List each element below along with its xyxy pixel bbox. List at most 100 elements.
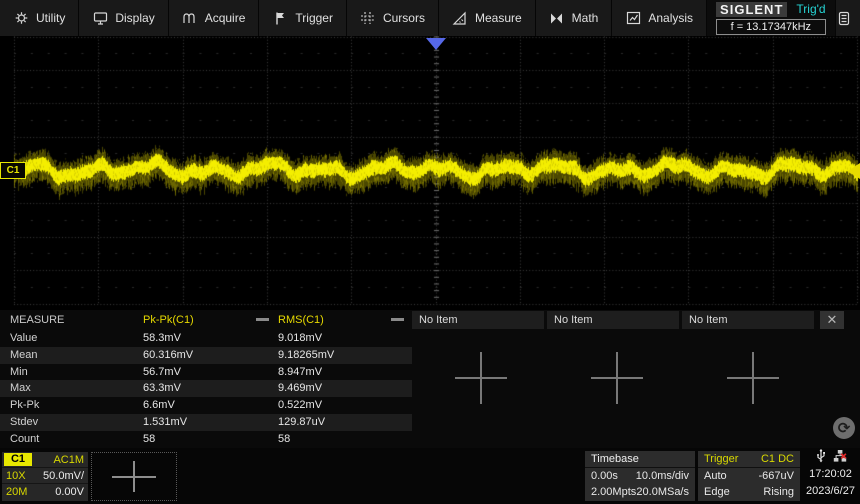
measure-col-empty[interactable]: No Item [682,311,814,329]
usb-icon [815,449,827,466]
measure-col-empty[interactable]: No Item [412,311,544,329]
menu-label: Analysis [648,11,693,25]
channel-offset-marker[interactable]: C1 [0,162,26,179]
reset-statistics-icon[interactable]: ⟳ [833,417,855,439]
measure-title: MEASURE [10,314,64,326]
lan-disconnected-icon [833,449,847,466]
table-row: Mean 60.316mV 9.18265mV [0,347,412,364]
stat-label: Stdev [10,416,38,428]
oscilloscope-screen: Utility Display Acquire Trigger Cursors [0,0,860,504]
brand-logo: SIGLENT [716,2,787,17]
stat-value: 9.018mV [278,332,322,344]
acquire-icon [182,10,198,26]
menu-cursors[interactable]: Cursors [347,0,439,36]
menu-label: Utility [36,11,65,25]
menu-label: Acquire [205,11,246,25]
stat-value: 56.7mV [143,366,181,378]
table-row: Pk-Pk 6.6mV 0.522mV [0,397,412,414]
menu-acquire[interactable]: Acquire [169,0,260,36]
stat-value: 6.6mV [143,399,175,411]
trigger-slope: Rising [763,486,794,498]
channel-attenuation: 10X [6,470,26,482]
gear-icon [13,10,29,26]
menu-label: Math [572,11,599,25]
flag-icon [272,10,288,26]
menu-bar: Utility Display Acquire Trigger Cursors [0,0,860,36]
frequency-counter: f = 13.17347kHz [716,19,826,35]
trigger-mode: Auto [704,470,727,482]
channel-coupling: AC1M [53,454,84,466]
menu-label: Cursors [383,11,425,25]
trigger-position-marker[interactable] [426,38,446,50]
measure-table: Value 58.3mV 9.018mV Mean 60.316mV 9.182… [0,330,412,448]
stat-value: 58 [143,433,155,445]
stat-value: 58.3mV [143,332,181,344]
stat-value: 1.531mV [143,416,187,428]
channel-descriptor-box[interactable]: C1 AC1M 10X 50.0mV/ 20M 0.00V [2,452,88,501]
clock-time: 17:20:02 [802,466,859,483]
trigger-status: Trig'd [796,2,825,16]
stat-value: 9.18265mV [278,349,334,361]
math-icon [549,10,565,26]
table-row: Value 58.3mV 9.018mV [0,330,412,347]
timebase-memdepth: 2.00Mpts [591,486,636,498]
channel-volts-div: 50.0mV/ [43,470,84,482]
remove-measure-icon[interactable] [256,318,269,321]
add-measurement-button[interactable] [455,352,507,404]
channel-offset: 0.00V [55,486,84,498]
menu-display[interactable]: Display [79,0,168,36]
add-measurement-button[interactable] [591,352,643,404]
stat-value: 8.947mV [278,366,322,378]
waveform-display-area[interactable]: C1 [0,36,860,310]
menu-label: Measure [475,11,522,25]
table-row: Count 58 58 [0,431,412,448]
display-icon [92,10,108,26]
menu-utility[interactable]: Utility [0,0,79,36]
table-row: Stdev 1.531mV 129.87uV [0,414,412,431]
measure-col-rms[interactable]: RMS(C1) [278,311,388,329]
menu-label: Display [115,11,154,25]
trigger-source: C1 DC [761,453,794,465]
measure-col-pkpk[interactable]: Pk-Pk(C1) [143,311,253,329]
timebase-scale: 10.0ms/div [636,470,689,482]
close-icon[interactable]: ✕ [820,311,844,329]
stat-value: 129.87uV [278,416,325,428]
table-row: Min 56.7mV 8.947mV [0,364,412,381]
menu-trigger[interactable]: Trigger [259,0,347,36]
stat-value: 9.469mV [278,382,322,394]
analysis-icon [625,10,641,26]
stat-label: Max [10,382,31,394]
stat-label: Count [10,433,39,445]
measure-col-empty[interactable]: No Item [547,311,679,329]
stat-value: 0.522mV [278,399,322,411]
stat-label: Pk-Pk [10,399,39,411]
stat-label: Value [10,332,37,344]
trigger-box[interactable]: Trigger C1 DC Auto -667uV Edge Rising [698,451,800,501]
trigger-level: -667uV [759,470,794,482]
add-measurement-button[interactable] [727,352,779,404]
add-channel-button[interactable] [91,452,177,501]
channel-name-badge: C1 [4,453,32,466]
waveform-canvas [0,36,860,310]
timebase-delay: 0.00s [591,470,618,482]
channel-quick-button[interactable]: C1 [836,0,860,36]
channel-bandwidth: 20M [6,486,27,498]
menu-measure[interactable]: Measure [439,0,536,36]
cursors-icon [360,10,376,26]
stat-label: Mean [10,349,38,361]
trigger-title: Trigger [704,453,738,465]
stat-value: 63.3mV [143,382,181,394]
table-row: Max 63.3mV 9.469mV [0,380,412,397]
remove-measure-icon[interactable] [391,318,404,321]
menu-analysis[interactable]: Analysis [612,0,707,36]
trigger-level-marker[interactable] [848,163,860,179]
stat-label: Min [10,366,28,378]
timebase-box[interactable]: Timebase 0.00s 10.0ms/div 2.00Mpts 20.0M… [585,451,695,501]
channel-list-icon [836,10,852,26]
measure-icon [452,10,468,26]
stat-value: 58 [278,433,290,445]
menu-math[interactable]: Math [536,0,613,36]
timebase-title: Timebase [591,453,639,465]
stat-value: 60.316mV [143,349,193,361]
bottom-bar: C1 AC1M 10X 50.0mV/ 20M 0.00V Timebase 0… [0,448,860,504]
